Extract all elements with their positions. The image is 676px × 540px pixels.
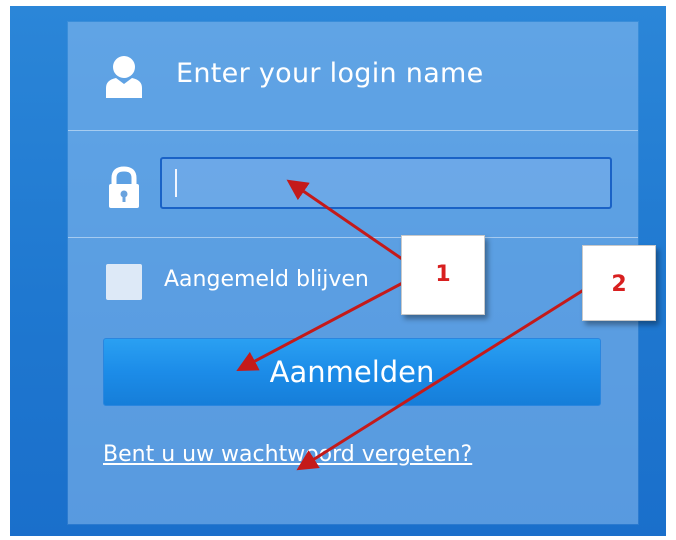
login-button[interactable]: Aanmelden [103,338,601,406]
text-caret [175,169,177,197]
forgot-password-link[interactable]: Bent u uw wachtwoord vergeten? [103,442,472,467]
user-icon [106,56,142,98]
remember-label[interactable]: Aangemeld blijven [164,267,369,292]
divider [68,237,638,238]
username-label[interactable]: Enter your login name [176,58,484,89]
divider [68,130,638,131]
callout-1: 1 [401,235,485,315]
username-row: Enter your login name [68,22,638,130]
login-panel: Enter your login name Aangemeld blijven … [68,22,638,524]
remember-checkbox[interactable] [106,264,142,300]
password-input[interactable] [160,157,612,209]
lock-icon [109,166,139,208]
callout-2: 2 [582,245,656,321]
